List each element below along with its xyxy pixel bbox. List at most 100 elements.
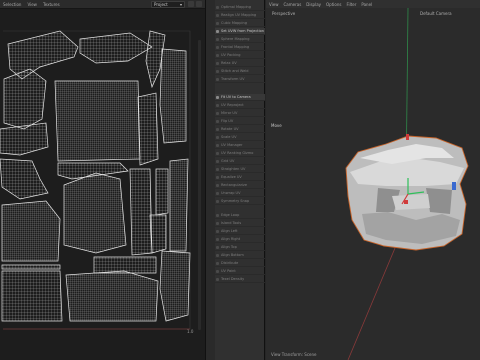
tool-item-label: Texel Density bbox=[221, 277, 245, 281]
tool-item-label: UV Manager bbox=[221, 143, 243, 147]
tool-icon bbox=[216, 96, 219, 99]
tool-icon bbox=[216, 70, 219, 73]
uv-island bbox=[93, 256, 157, 274]
tool-item[interactable]: Cubic Mapping bbox=[215, 20, 265, 27]
tool-item[interactable]: Symmetry Snap bbox=[215, 198, 265, 205]
tool-item[interactable]: Scale UV bbox=[215, 134, 265, 141]
tool-item[interactable]: Edge Loop bbox=[215, 212, 265, 219]
tool-item[interactable]: Stitch and Weld bbox=[215, 68, 265, 75]
lock-icon[interactable] bbox=[188, 1, 194, 7]
tool-item[interactable]: Equalize UV bbox=[215, 174, 265, 181]
tool-item-label: Flip UV bbox=[221, 119, 234, 123]
tool-icon bbox=[216, 222, 219, 225]
tool-item[interactable]: Unwrap UV bbox=[215, 190, 265, 197]
tool-item[interactable]: UV Manager bbox=[215, 142, 265, 149]
tool-icon bbox=[216, 238, 219, 241]
tool-item[interactable]: Fit UV to Camera bbox=[215, 94, 265, 101]
tool-icon bbox=[216, 168, 219, 171]
view-transform-status: View Transform: Scene bbox=[271, 352, 317, 357]
vp-menu-options[interactable]: Options bbox=[326, 2, 341, 7]
tool-item[interactable]: UV Packing bbox=[215, 52, 265, 59]
uv-island bbox=[1, 264, 61, 270]
tool-icon bbox=[216, 38, 219, 41]
tool-icon bbox=[216, 254, 219, 257]
tool-item[interactable]: Align Top bbox=[215, 244, 265, 251]
tool-item[interactable]: Straighten UV bbox=[215, 166, 265, 173]
uv-menu-textures[interactable]: Textures bbox=[43, 2, 60, 7]
tool-item-label: Rotate UV bbox=[221, 127, 239, 131]
tool-item-label: Equalize UV bbox=[221, 175, 242, 179]
uv-island bbox=[65, 270, 159, 322]
uv-scrollbar[interactable] bbox=[198, 40, 201, 330]
vp-menu-filter[interactable]: Filter bbox=[346, 2, 356, 7]
tool-item[interactable]: Align Right bbox=[215, 236, 265, 243]
uv-menu-selection[interactable]: Selection bbox=[3, 2, 21, 7]
tool-item[interactable]: Relax UV bbox=[215, 60, 265, 67]
settings-icon[interactable] bbox=[196, 1, 202, 7]
viewport-menubar: View Cameras Display Options Filter Pane… bbox=[266, 0, 480, 8]
tool-item[interactable]: Island Tools bbox=[215, 220, 265, 227]
tool-icon bbox=[216, 46, 219, 49]
tool-item[interactable]: Sphere Mapping bbox=[215, 36, 265, 43]
tool-item[interactable]: Grid UV bbox=[215, 158, 265, 165]
tool-item[interactable]: Texel Density bbox=[215, 276, 265, 283]
tool-icon bbox=[216, 120, 219, 123]
tool-item-label: Fit UV to Camera bbox=[221, 95, 251, 99]
tool-item-label: Frontal Mapping bbox=[221, 45, 250, 49]
tool-item[interactable]: Align Left bbox=[215, 228, 265, 235]
tool-item[interactable]: UV Paint bbox=[215, 268, 265, 275]
tool-item[interactable]: Optimal Mapping bbox=[215, 4, 265, 11]
tool-item[interactable]: Transform UV bbox=[215, 76, 265, 83]
tool-item-label: Optimal Mapping bbox=[221, 5, 251, 9]
tool-icon bbox=[216, 246, 219, 249]
move-tool-label: Move bbox=[271, 123, 282, 128]
uv-island bbox=[159, 250, 191, 322]
tool-icon bbox=[216, 62, 219, 65]
tool-item[interactable]: Distribute bbox=[215, 260, 265, 267]
tool-item-label: UV Paint bbox=[221, 269, 236, 273]
uv-tools-panel: Optimal Mapping Realign UV Mapping Cubic M… bbox=[205, 0, 265, 360]
tool-item[interactable]: Realign UV Mapping bbox=[215, 12, 265, 19]
tool-item-label: Edge Loop bbox=[221, 213, 240, 217]
tool-item-label: Grid UV bbox=[221, 159, 235, 163]
tool-item[interactable]: Mirror UV bbox=[215, 110, 265, 117]
vp-menu-panel[interactable]: Panel bbox=[361, 2, 372, 7]
tool-item[interactable]: Flip UV bbox=[215, 118, 265, 125]
tool-item[interactable]: Rectangularize bbox=[215, 182, 265, 189]
tool-item-label: Align Right bbox=[221, 237, 241, 241]
tool-item-label: Set UVW from Projection bbox=[221, 29, 264, 33]
uv-island bbox=[79, 32, 153, 64]
uv-island bbox=[3, 68, 47, 130]
tool-icon bbox=[216, 214, 219, 217]
tool-item-label: Align Left bbox=[221, 229, 238, 233]
uv-island bbox=[1, 270, 63, 322]
uv-island bbox=[155, 168, 169, 216]
tool-icon bbox=[216, 136, 219, 139]
tool-item[interactable]: Set UVW from Projection bbox=[215, 28, 265, 35]
uv-island bbox=[1, 200, 61, 262]
tool-item[interactable]: UV Reproject bbox=[215, 102, 265, 109]
tool-icon-strip bbox=[206, 0, 215, 360]
tool-item-label: Unwrap UV bbox=[221, 191, 241, 195]
project-select[interactable]: Project ▾ bbox=[151, 1, 185, 8]
uv-menu-view[interactable]: View bbox=[27, 2, 37, 7]
vp-menu-cameras[interactable]: Cameras bbox=[284, 2, 302, 7]
vp-menu-view[interactable]: View bbox=[269, 2, 279, 7]
tool-item[interactable]: Frontal Mapping bbox=[215, 44, 265, 51]
tool-item[interactable]: Align Bottom bbox=[215, 252, 265, 259]
tool-icon bbox=[216, 112, 219, 115]
uv-island bbox=[149, 214, 167, 254]
vp-menu-display[interactable]: Display bbox=[306, 2, 321, 7]
uv-canvas[interactable] bbox=[0, 9, 205, 360]
rock-mesh[interactable] bbox=[345, 135, 469, 251]
tool-icon bbox=[216, 200, 219, 203]
uv-corner-label: 1.0 bbox=[187, 329, 194, 334]
tool-icon bbox=[216, 230, 219, 233]
viewport-canvas[interactable] bbox=[266, 8, 480, 360]
tool-item[interactable]: UV Ranking Gizmo bbox=[215, 150, 265, 157]
tool-item-label: Transform UV bbox=[221, 77, 245, 81]
viewport-panel[interactable]: View Cameras Display Options Filter Pane… bbox=[266, 0, 480, 360]
tool-item[interactable]: Rotate UV bbox=[215, 126, 265, 133]
tool-item-label: Mirror UV bbox=[221, 111, 238, 115]
camera-label[interactable]: Default Camera bbox=[420, 11, 452, 16]
